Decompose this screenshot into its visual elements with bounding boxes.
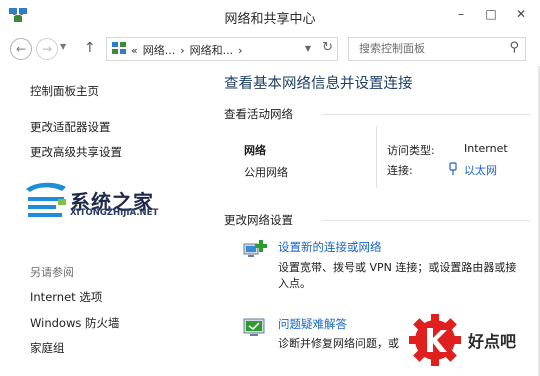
title-bar: 网络和共享中心 – □ ✕ — [0, 0, 540, 32]
troubleshoot-link[interactable]: 问题疑难解答 — [278, 316, 347, 332]
see-also-heading: 另请参阅 — [30, 266, 74, 279]
access-type-label: 访问类型: — [387, 144, 435, 157]
watermark-gear-logo-icon — [409, 314, 461, 366]
address-bar[interactable]: « 网络... › 网络和... › ▼ ↻ — [106, 37, 338, 61]
ethernet-link[interactable]: 以太网 — [464, 162, 497, 178]
search-box[interactable]: ⚲ — [348, 37, 526, 61]
sidebar-item-change-advanced-sharing[interactable]: 更改高级共享设置 — [30, 144, 122, 160]
sidebar-item-control-panel-home[interactable]: 控制面板主页 — [30, 83, 99, 99]
section-divider — [322, 220, 530, 221]
setup-new-connection-description: 设置宽带、拨号或 VPN 连接；或设置路由器或接入点。 — [278, 261, 517, 290]
connection-label: 连接: — [387, 164, 413, 177]
section-divider — [322, 114, 530, 115]
ethernet-icon — [449, 162, 457, 175]
sidebar-item-change-adapter-settings[interactable]: 更改适配器设置 — [30, 119, 111, 135]
sidebar-item-windows-firewall[interactable]: Windows 防火墙 — [30, 315, 120, 331]
watermark-site-url: XITONGZHIJIA.NET — [70, 208, 159, 218]
forward-button[interactable]: → — [36, 38, 58, 60]
change-settings-heading: 更改网络设置 — [224, 213, 293, 227]
minimize-icon[interactable]: – — [448, 4, 474, 24]
troubleshoot-icon — [243, 318, 265, 336]
up-arrow-icon[interactable]: ↑ — [84, 40, 96, 56]
arrow-left-icon: ← — [15, 42, 27, 56]
breadcrumb-overflow[interactable]: « — [131, 44, 138, 57]
breadcrumb-item-network[interactable]: 网络... — [143, 44, 176, 57]
refresh-icon[interactable]: ↻ — [322, 40, 333, 55]
navigation-bar: ← → ▼ ↑ « 网络... › 网络和... › ▼ ↻ ⚲ — [0, 32, 540, 66]
arrow-right-icon: → — [41, 42, 53, 56]
access-type-value: Internet — [464, 142, 508, 155]
network-category: 公用网络 — [244, 166, 288, 179]
new-connection-icon — [243, 240, 267, 257]
search-input[interactable] — [357, 41, 501, 56]
network-name: 网络 — [244, 144, 266, 157]
close-icon[interactable]: ✕ — [508, 4, 534, 24]
window-controls: – □ ✕ — [448, 4, 534, 24]
breadcrumb-item-network-sharing[interactable]: 网络和... — [190, 44, 234, 57]
back-button[interactable]: ← — [10, 38, 32, 60]
breadcrumb: « 网络... › 网络和... › — [131, 42, 248, 58]
active-networks-heading: 查看活动网络 — [224, 107, 293, 121]
page-title: 查看基本网络信息并设置连接 — [224, 76, 413, 92]
sidebar-item-homegroup[interactable]: 家庭组 — [30, 340, 65, 356]
breadcrumb-separator[interactable]: › — [238, 44, 242, 57]
breadcrumb-separator[interactable]: › — [180, 44, 184, 57]
vertical-divider — [376, 126, 377, 188]
recent-locations-chevron-icon[interactable]: ▼ — [60, 42, 66, 51]
maximize-icon[interactable]: □ — [478, 4, 504, 24]
search-icon[interactable]: ⚲ — [509, 40, 519, 55]
setup-new-connection-link[interactable]: 设置新的连接或网络 — [278, 239, 382, 255]
address-dropdown-chevron-icon[interactable]: ▼ — [305, 44, 311, 53]
sidebar-item-internet-options[interactable]: Internet 选项 — [30, 289, 102, 305]
control-panel-icon — [112, 42, 126, 54]
watermark-site2-title: 好点吧 — [468, 332, 517, 351]
